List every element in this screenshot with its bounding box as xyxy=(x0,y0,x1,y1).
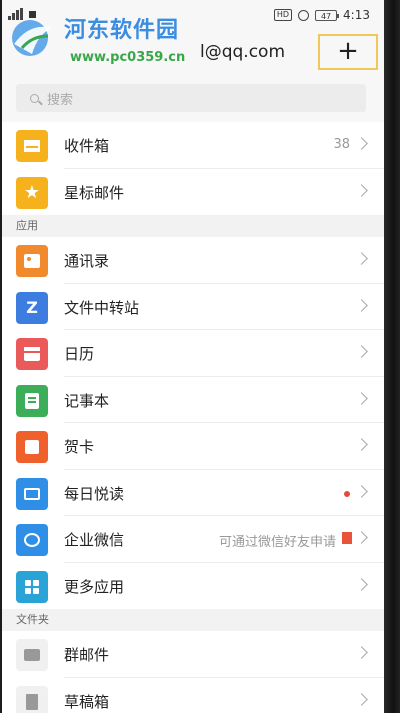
drafts-icon xyxy=(16,685,48,713)
item-label: 草稿箱 xyxy=(64,692,110,711)
chevron-right-icon xyxy=(355,298,368,312)
search-icon xyxy=(30,93,39,103)
item-label: 更多应用 xyxy=(64,577,125,596)
chevron-right-icon xyxy=(355,137,368,150)
watermark-logo xyxy=(12,20,52,56)
item-label: 日历 xyxy=(64,345,95,363)
new-indicator-dot xyxy=(344,490,350,497)
list-item-more-apps[interactable]: 更多应用 xyxy=(2,562,384,609)
chevron-right-icon xyxy=(355,252,368,265)
chevron-right-icon xyxy=(355,484,368,498)
clock: 4:13 xyxy=(343,8,370,22)
file-transfer-icon: Z xyxy=(16,291,48,324)
search-input[interactable]: 搜索 xyxy=(16,84,366,112)
chevron-right-icon xyxy=(355,646,368,659)
list-item-drafts[interactable]: 草稿箱 xyxy=(2,677,384,713)
calendar-icon xyxy=(16,338,48,370)
watermark-title: 河东软件园 xyxy=(64,18,180,43)
notepad-icon xyxy=(16,384,48,417)
list-item-daily-reading[interactable]: 每日悦读 xyxy=(2,469,384,516)
item-label: 每日悦读 xyxy=(64,484,125,503)
contacts-icon xyxy=(16,245,48,277)
item-label: 贺卡 xyxy=(64,438,95,456)
chevron-right-icon xyxy=(355,531,368,544)
status-bar: HD 47 4:13 xyxy=(2,0,384,32)
section-header-folders: 文件夹 xyxy=(2,609,384,631)
device-bezel xyxy=(384,0,400,713)
star-icon: ★ xyxy=(16,176,48,209)
item-label: 通讯录 xyxy=(64,252,110,270)
list-item-group-mail[interactable]: 群邮件 xyxy=(2,631,384,678)
flag-icon xyxy=(342,532,352,544)
chevron-right-icon xyxy=(355,692,368,706)
search-area: 搜索 xyxy=(2,78,384,124)
unread-count: 38 xyxy=(333,137,350,152)
chevron-right-icon xyxy=(355,577,368,591)
mail-app-screen: HD 47 4:13 l@qq.com + 河东软件园 www.pc0359.c… xyxy=(2,0,384,713)
item-label: 文件中转站 xyxy=(64,298,140,317)
list-item-wework[interactable]: 企业微信 可通过微信好友申请 xyxy=(2,516,384,563)
item-label: 群邮件 xyxy=(64,646,110,664)
item-label: 企业微信 xyxy=(64,531,125,549)
alarm-icon xyxy=(298,9,310,21)
more-apps-icon xyxy=(16,570,48,603)
item-label: 星标邮件 xyxy=(64,183,125,202)
item-hint: 可通过微信好友申请 xyxy=(218,535,336,550)
account-email[interactable]: l@qq.com xyxy=(200,42,285,62)
chevron-right-icon xyxy=(355,438,368,451)
daily-reading-icon xyxy=(16,477,48,510)
add-button[interactable]: + xyxy=(318,34,378,70)
list-item-starred[interactable]: ★ 星标邮件 xyxy=(2,168,384,215)
section-header-apps: 应用 xyxy=(2,215,384,237)
list-item-greeting-card[interactable]: 贺卡 xyxy=(2,423,384,470)
hd-badge: HD xyxy=(273,9,293,21)
wework-icon xyxy=(16,524,48,556)
list-item-contacts[interactable]: 通讯录 xyxy=(2,237,384,284)
list-item-inbox[interactable]: 收件箱 38 xyxy=(2,122,384,169)
chevron-right-icon xyxy=(355,183,368,197)
envelope-icon xyxy=(16,130,48,162)
mail-menu-list: 收件箱 38 ★ 星标邮件 应用 通讯录 Z 文件中转站 日历 记事本 贺卡 每… xyxy=(2,122,384,713)
chevron-right-icon xyxy=(355,391,368,405)
search-placeholder: 搜索 xyxy=(47,92,74,108)
item-label: 记事本 xyxy=(64,391,110,410)
header-bar: l@qq.com + xyxy=(2,32,384,78)
greeting-card-icon xyxy=(16,431,48,463)
chevron-right-icon xyxy=(355,345,368,358)
list-item-notepad[interactable]: 记事本 xyxy=(2,376,384,423)
group-mail-icon xyxy=(16,639,48,671)
watermark-url: www.pc0359.cn xyxy=(70,50,186,65)
battery-icon: 47 xyxy=(315,9,340,21)
list-item-calendar[interactable]: 日历 xyxy=(2,330,384,377)
item-label: 收件箱 xyxy=(64,137,110,155)
list-item-file-transfer[interactable]: Z 文件中转站 xyxy=(2,283,384,330)
